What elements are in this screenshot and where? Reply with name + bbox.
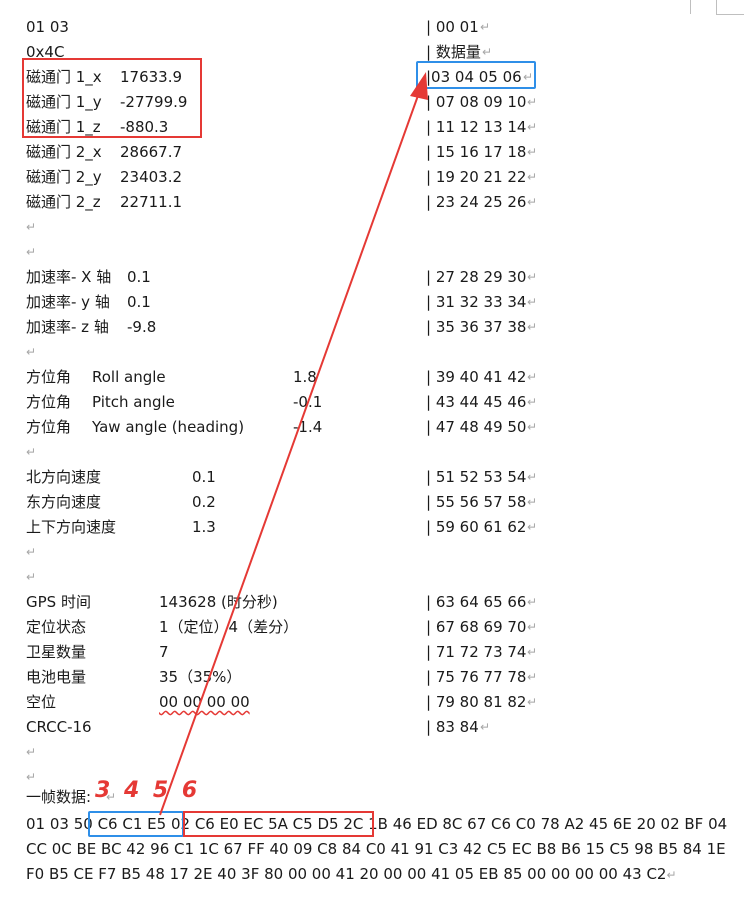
arrow-head — [410, 72, 428, 100]
annotation-arrow — [159, 72, 428, 816]
arrow-line — [159, 89, 421, 816]
